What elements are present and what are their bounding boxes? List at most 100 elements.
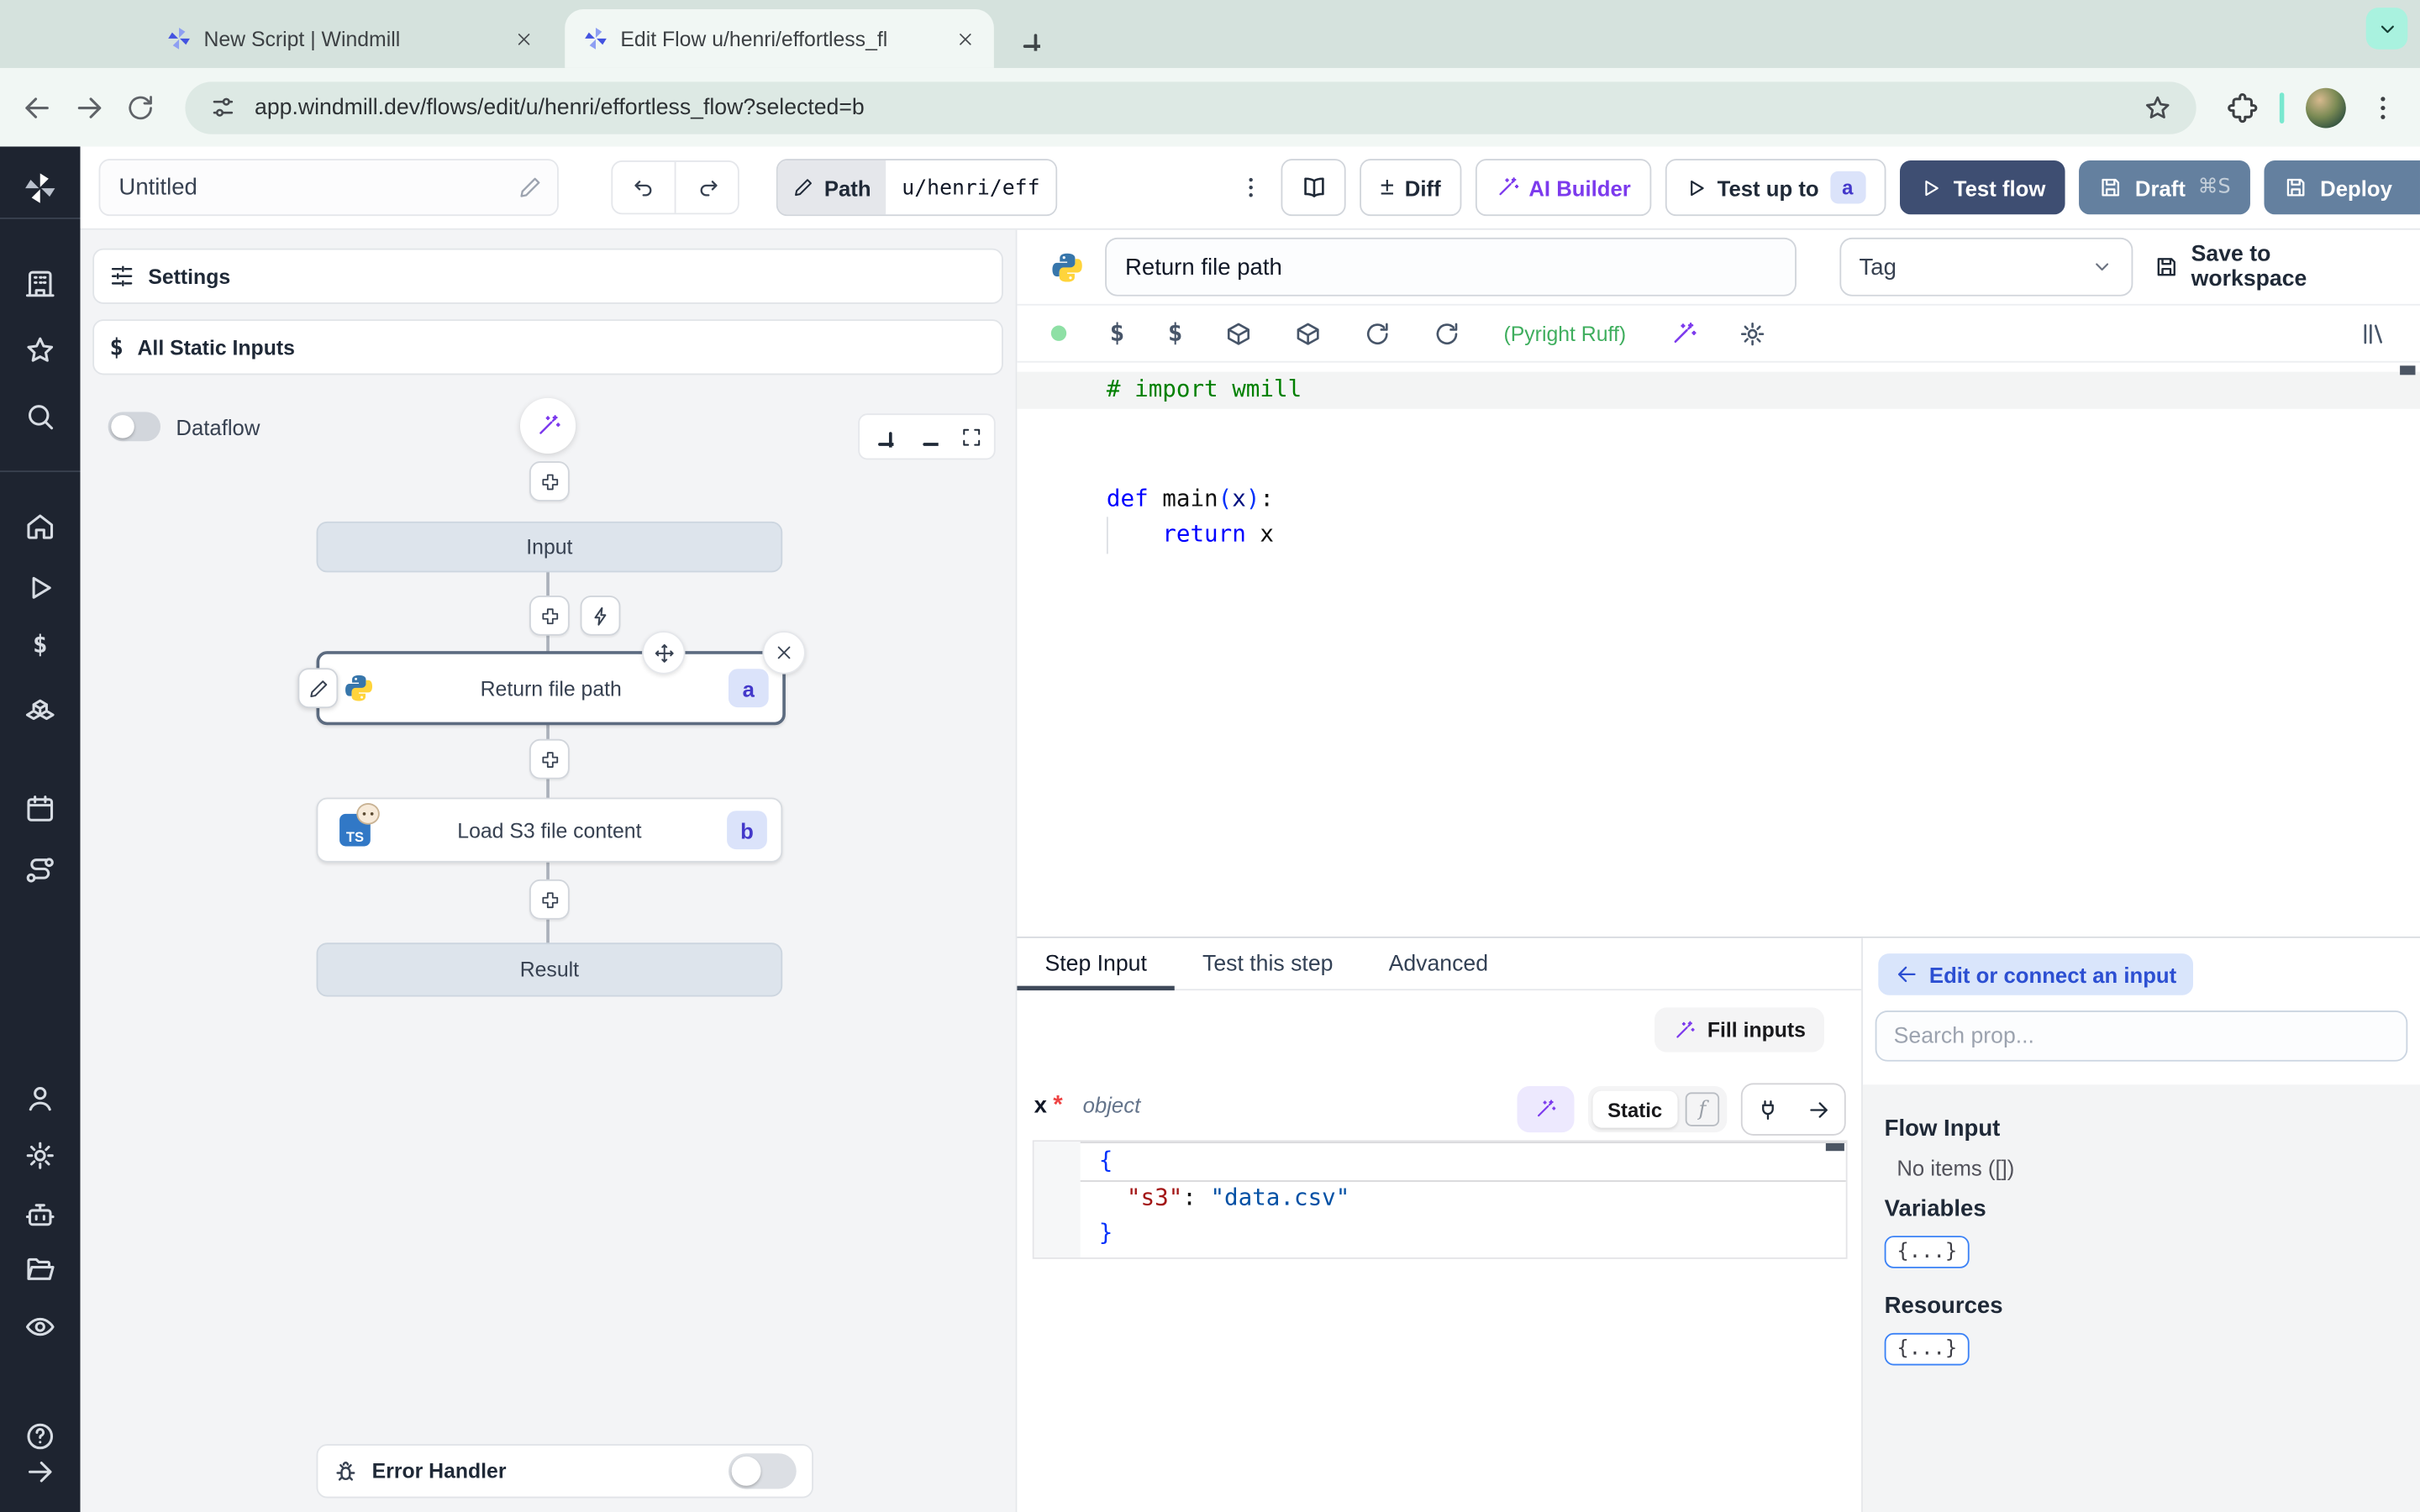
resources-dollar-icon[interactable]: $ bbox=[1168, 320, 1183, 345]
schedules-calendar-icon[interactable] bbox=[24, 793, 55, 824]
json-code[interactable]: { "s3": "data.csv" } bbox=[1080, 1142, 1846, 1257]
runs-play-icon[interactable] bbox=[24, 572, 55, 603]
variables-object-button[interactable]: {...} bbox=[1884, 1236, 1970, 1268]
path-chip[interactable]: Path u/henri/eff bbox=[776, 159, 1057, 217]
extensions-puzzle-icon[interactable] bbox=[2227, 92, 2258, 123]
windmill-logo-icon[interactable] bbox=[24, 171, 57, 205]
all-static-inputs-button[interactable]: $ All Static Inputs bbox=[92, 319, 1003, 375]
add-step-button[interactable] bbox=[529, 595, 570, 636]
tab-close-icon[interactable] bbox=[950, 24, 978, 52]
save-to-workspace-button[interactable]: Save to workspace bbox=[2155, 242, 2386, 291]
add-step-button[interactable] bbox=[529, 461, 570, 501]
ai-wand-icon[interactable] bbox=[1670, 320, 1696, 346]
routes-icon[interactable] bbox=[24, 855, 55, 886]
resources-object-button[interactable]: {...} bbox=[1884, 1332, 1970, 1366]
tab-search-chevron-button[interactable] bbox=[2365, 8, 2408, 50]
audit-logs-eye-icon[interactable] bbox=[24, 1311, 55, 1342]
forward-icon[interactable] bbox=[74, 92, 105, 123]
json-input-editor[interactable]: { "s3": "data.csv" } bbox=[1032, 1140, 1848, 1259]
zoom-out-button[interactable] bbox=[904, 415, 949, 458]
flow-name-input[interactable] bbox=[115, 172, 507, 202]
folders-icon[interactable] bbox=[24, 1254, 55, 1285]
add-step-button[interactable] bbox=[529, 738, 570, 780]
help-icon[interactable] bbox=[24, 1421, 55, 1452]
favorites-star-icon[interactable] bbox=[24, 335, 55, 366]
draft-button[interactable]: Draft ⌘S bbox=[2079, 160, 2251, 215]
reload-icon[interactable] bbox=[127, 93, 155, 121]
error-handler-toggle[interactable] bbox=[728, 1453, 797, 1489]
workspace-icon[interactable] bbox=[24, 269, 55, 300]
flow-result-node[interactable]: Result bbox=[316, 942, 783, 997]
editor-settings-gear-icon[interactable] bbox=[1739, 320, 1765, 346]
reload-icon[interactable] bbox=[1434, 320, 1460, 346]
scrollbar-thumb[interactable] bbox=[2400, 365, 2416, 375]
zoom-in-button[interactable] bbox=[860, 415, 904, 458]
settings-button[interactable]: Settings bbox=[92, 248, 1003, 304]
home-icon[interactable] bbox=[24, 511, 55, 542]
site-info-icon[interactable] bbox=[210, 94, 236, 120]
scrollbar-thumb[interactable] bbox=[1825, 1143, 1844, 1152]
diff-button[interactable]: ± Diff bbox=[1360, 159, 1461, 217]
dataflow-toggle[interactable] bbox=[108, 412, 161, 442]
deploy-button[interactable]: Deploy bbox=[2265, 160, 2420, 215]
flow-input-node[interactable]: Input bbox=[316, 521, 783, 573]
test-flow-button[interactable]: Test flow bbox=[1899, 160, 2066, 215]
docs-book-button[interactable] bbox=[1281, 159, 1347, 217]
package-icon[interactable] bbox=[1226, 320, 1252, 346]
code-editor[interactable]: # import wmill def main(x): return x bbox=[1017, 360, 2420, 937]
test-up-to-button[interactable]: Test up to a bbox=[1665, 159, 1886, 217]
ai-builder-button[interactable]: AI Builder bbox=[1475, 159, 1651, 217]
undo-button[interactable] bbox=[613, 162, 674, 213]
arrow-right-button[interactable] bbox=[1793, 1084, 1844, 1134]
reload-icon[interactable] bbox=[1365, 320, 1391, 346]
flow-name-field[interactable] bbox=[98, 159, 559, 217]
tab-advanced[interactable]: Advanced bbox=[1361, 938, 1517, 990]
prop-search-field[interactable] bbox=[1875, 1011, 2408, 1062]
search-icon[interactable] bbox=[24, 402, 55, 433]
settings-gear-icon[interactable] bbox=[24, 1140, 55, 1171]
edit-step-pencil-button[interactable] bbox=[297, 668, 339, 709]
step-node-b[interactable]: TS Load S3 file content b bbox=[316, 797, 783, 863]
more-options-kebab-icon[interactable] bbox=[1234, 175, 1267, 201]
url-bar[interactable]: app.windmill.dev/flows/edit/u/henri/effo… bbox=[185, 81, 2196, 134]
resources-cubes-icon[interactable] bbox=[24, 695, 55, 726]
user-icon[interactable] bbox=[24, 1083, 55, 1114]
add-step-button[interactable] bbox=[529, 879, 570, 920]
lint-status[interactable]: (Pyright Ruff) bbox=[1503, 322, 1626, 345]
tag-select[interactable]: Tag bbox=[1839, 237, 2133, 297]
ai-fill-button[interactable] bbox=[1516, 1086, 1574, 1133]
back-icon[interactable] bbox=[22, 92, 53, 123]
step-name-input[interactable] bbox=[1106, 254, 1795, 281]
static-option[interactable]: Static bbox=[1591, 1090, 1678, 1128]
profile-avatar[interactable] bbox=[2306, 87, 2346, 128]
expression-f-icon[interactable]: f bbox=[1685, 1092, 1720, 1126]
error-handler-row[interactable]: Error Handler bbox=[316, 1444, 813, 1499]
package-icon[interactable] bbox=[1296, 320, 1322, 346]
move-step-handle[interactable] bbox=[642, 631, 686, 675]
edit-or-connect-button[interactable]: Edit or connect an input bbox=[1878, 953, 2194, 995]
library-icon[interactable] bbox=[2360, 320, 2386, 346]
browser-tab-inactive[interactable]: New Script | Windmill bbox=[148, 9, 552, 68]
expand-sidebar-arrow-icon[interactable] bbox=[24, 1457, 55, 1488]
edit-pencil-icon[interactable] bbox=[518, 176, 542, 199]
delete-step-button[interactable] bbox=[762, 631, 806, 675]
browser-menu-kebab-icon[interactable] bbox=[2368, 92, 2399, 123]
variables-dollar-icon[interactable]: $ bbox=[1110, 320, 1125, 345]
fullscreen-button[interactable] bbox=[950, 415, 994, 458]
tab-step-input[interactable]: Step Input bbox=[1017, 938, 1176, 991]
variables-dollar-icon[interactable]: $ bbox=[24, 632, 55, 664]
bookmark-star-icon[interactable] bbox=[2144, 93, 2171, 121]
workers-robot-icon[interactable] bbox=[24, 1199, 55, 1230]
step-name-field[interactable] bbox=[1105, 237, 1797, 297]
tab-close-icon[interactable] bbox=[509, 24, 537, 52]
plug-icon-button[interactable] bbox=[1743, 1084, 1794, 1134]
browser-tab-active[interactable]: Edit Flow u/henri/effortless_fl bbox=[565, 9, 994, 68]
prop-search-input[interactable] bbox=[1876, 1023, 2407, 1049]
redo-button[interactable] bbox=[674, 161, 738, 213]
tab-test-this-step[interactable]: Test this step bbox=[1175, 938, 1361, 990]
step-node-a[interactable]: Return file path a bbox=[297, 631, 806, 726]
new-tab-button[interactable] bbox=[1007, 17, 1050, 60]
ai-flow-button[interactable] bbox=[519, 397, 576, 454]
fill-inputs-button[interactable]: Fill inputs bbox=[1655, 1007, 1825, 1053]
add-trigger-bolt-button[interactable] bbox=[580, 595, 621, 636]
